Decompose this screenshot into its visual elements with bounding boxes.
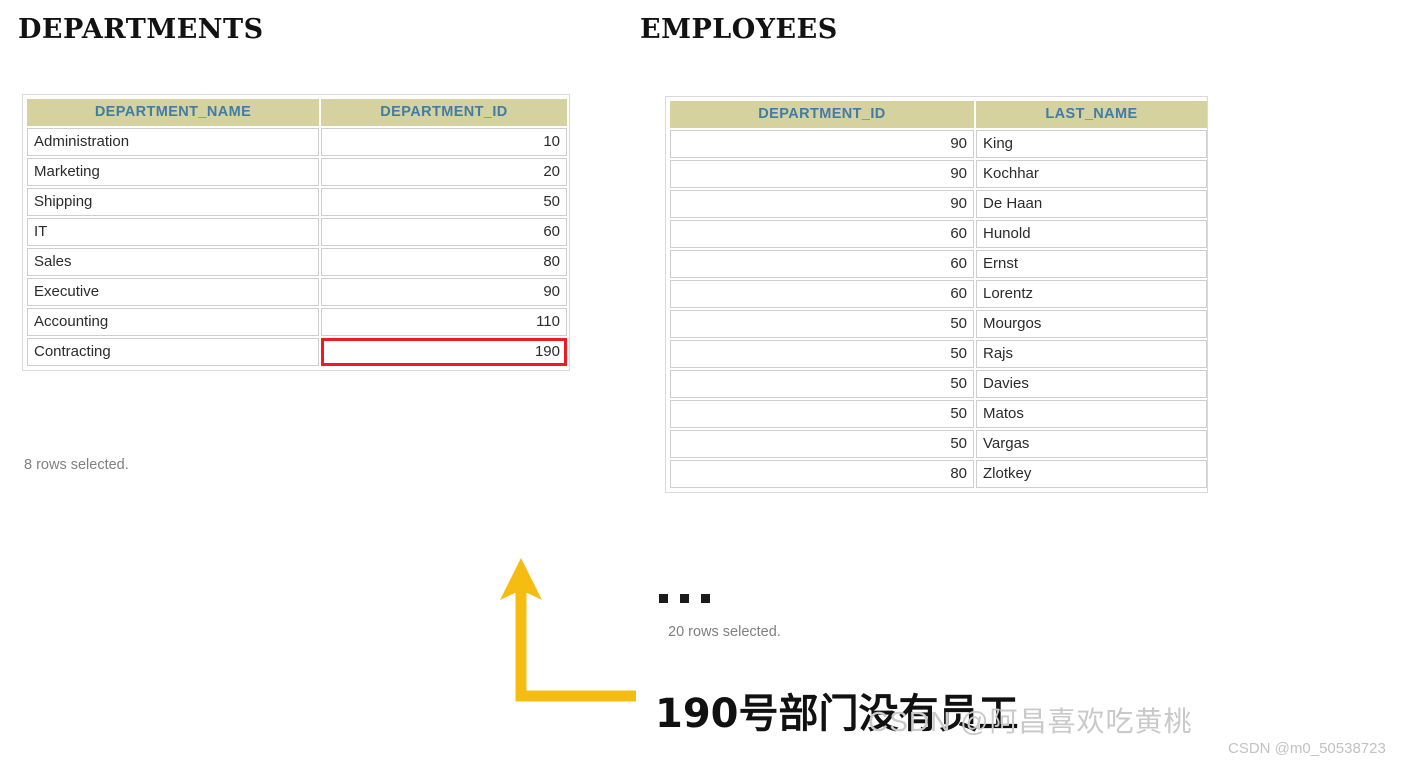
cell-last-name: Vargas (976, 430, 1207, 458)
cell-last-name: Ernst (976, 250, 1207, 278)
table-row[interactable]: 50 Rajs (670, 340, 1207, 368)
cell-last-name: Hunold (976, 220, 1207, 248)
column-header-department-id[interactable]: DEPARTMENT_ID (670, 101, 974, 128)
table-header-row: DEPARTMENT_ID LAST_NAME (670, 101, 1207, 128)
table-row[interactable]: Marketing 20 (27, 158, 567, 186)
table-row[interactable]: 90 De Haan (670, 190, 1207, 218)
cell-last-name: De Haan (976, 190, 1207, 218)
cell-department-name: Sales (27, 248, 319, 276)
employees-grid: DEPARTMENT_ID LAST_NAME 90 King 90 Kochhar 9… (668, 99, 1209, 490)
cell-last-name: Mourgos (976, 310, 1207, 338)
employees-table: DEPARTMENT_ID LAST_NAME 90 King 90 Kochhar 9… (665, 96, 1208, 493)
table-row[interactable]: 50 Davies (670, 370, 1207, 398)
table-row[interactable]: 60 Hunold (670, 220, 1207, 248)
cell-department-id: 90 (670, 160, 974, 188)
table-row[interactable]: Accounting 110 (27, 308, 567, 336)
column-header-department-name[interactable]: DEPARTMENT_NAME (27, 99, 319, 126)
employees-body: 90 King 90 Kochhar 90 De Haan 60 Hunold 60 Ernst 6… (670, 130, 1207, 488)
cell-department-name: Executive (27, 278, 319, 306)
cell-department-id: 60 (321, 218, 567, 246)
callout-arrow-icon (500, 558, 636, 702)
watermark-center: CSDN @阿昌喜欢吃黄桃 (868, 706, 1193, 737)
departments-title: DEPARTMENTS (18, 14, 264, 45)
table-row[interactable]: 50 Mourgos (670, 310, 1207, 338)
cell-department-id: 50 (670, 400, 974, 428)
table-row[interactable]: 50 Vargas (670, 430, 1207, 458)
cell-department-id: 80 (321, 248, 567, 276)
column-header-department-id[interactable]: DEPARTMENT_ID (321, 99, 567, 126)
cell-last-name: Davies (976, 370, 1207, 398)
cell-department-name: IT (27, 218, 319, 246)
cell-department-id: 50 (670, 310, 974, 338)
cell-department-name: Administration (27, 128, 319, 156)
cell-department-id: 60 (670, 280, 974, 308)
employees-title: EMPLOYEES (640, 14, 838, 45)
truncation-ellipsis-icon (659, 594, 710, 603)
cell-department-id: 50 (670, 340, 974, 368)
column-header-last-name[interactable]: LAST_NAME (976, 101, 1207, 128)
table-row[interactable]: Sales 80 (27, 248, 567, 276)
cell-department-id: 50 (670, 430, 974, 458)
departments-table: DEPARTMENT_NAME DEPARTMENT_ID Administra… (22, 94, 570, 371)
table-row[interactable]: 90 King (670, 130, 1207, 158)
cell-last-name: Kochhar (976, 160, 1207, 188)
cell-department-id: 110 (321, 308, 567, 336)
cell-department-id: 90 (670, 130, 974, 158)
table-row[interactable]: Administration 10 (27, 128, 567, 156)
cell-department-id: 90 (670, 190, 974, 218)
cell-department-id: 50 (321, 188, 567, 216)
cell-department-id: 20 (321, 158, 567, 186)
cell-last-name: Rajs (976, 340, 1207, 368)
ellipsis-dot (701, 594, 710, 603)
watermark-corner: CSDN @m0_50538723 (1228, 740, 1386, 757)
table-row[interactable]: Executive 90 (27, 278, 567, 306)
cell-department-id: 60 (670, 250, 974, 278)
table-header-row: DEPARTMENT_NAME DEPARTMENT_ID (27, 99, 567, 126)
table-row[interactable]: 80 Zlotkey (670, 460, 1207, 488)
table-row[interactable]: IT 60 (27, 218, 567, 246)
cell-department-name: Marketing (27, 158, 319, 186)
cell-last-name: Matos (976, 400, 1207, 428)
cell-last-name: Zlotkey (976, 460, 1207, 488)
ellipsis-dot (680, 594, 689, 603)
cell-department-id-highlighted: 190 (321, 338, 567, 366)
table-row[interactable]: 60 Ernst (670, 250, 1207, 278)
table-row[interactable]: Contracting 190 (27, 338, 567, 366)
table-row[interactable]: 50 Matos (670, 400, 1207, 428)
cell-last-name: Lorentz (976, 280, 1207, 308)
ellipsis-dot (659, 594, 668, 603)
cell-department-id: 90 (321, 278, 567, 306)
cell-department-id: 50 (670, 370, 974, 398)
cell-department-id: 10 (321, 128, 567, 156)
departments-row-count: 8 rows selected. (24, 457, 129, 473)
cell-department-id: 80 (670, 460, 974, 488)
departments-body: Administration 10 Marketing 20 Shipping 50 IT 6… (27, 128, 567, 366)
cell-department-name: Shipping (27, 188, 319, 216)
cell-department-id: 60 (670, 220, 974, 248)
departments-grid: DEPARTMENT_NAME DEPARTMENT_ID Administra… (25, 97, 569, 368)
cell-department-name: Contracting (27, 338, 319, 366)
table-row[interactable]: Shipping 50 (27, 188, 567, 216)
employees-row-count: 20 rows selected. (668, 624, 781, 640)
cell-department-name: Accounting (27, 308, 319, 336)
cell-last-name: King (976, 130, 1207, 158)
table-row[interactable]: 90 Kochhar (670, 160, 1207, 188)
table-row[interactable]: 60 Lorentz (670, 280, 1207, 308)
